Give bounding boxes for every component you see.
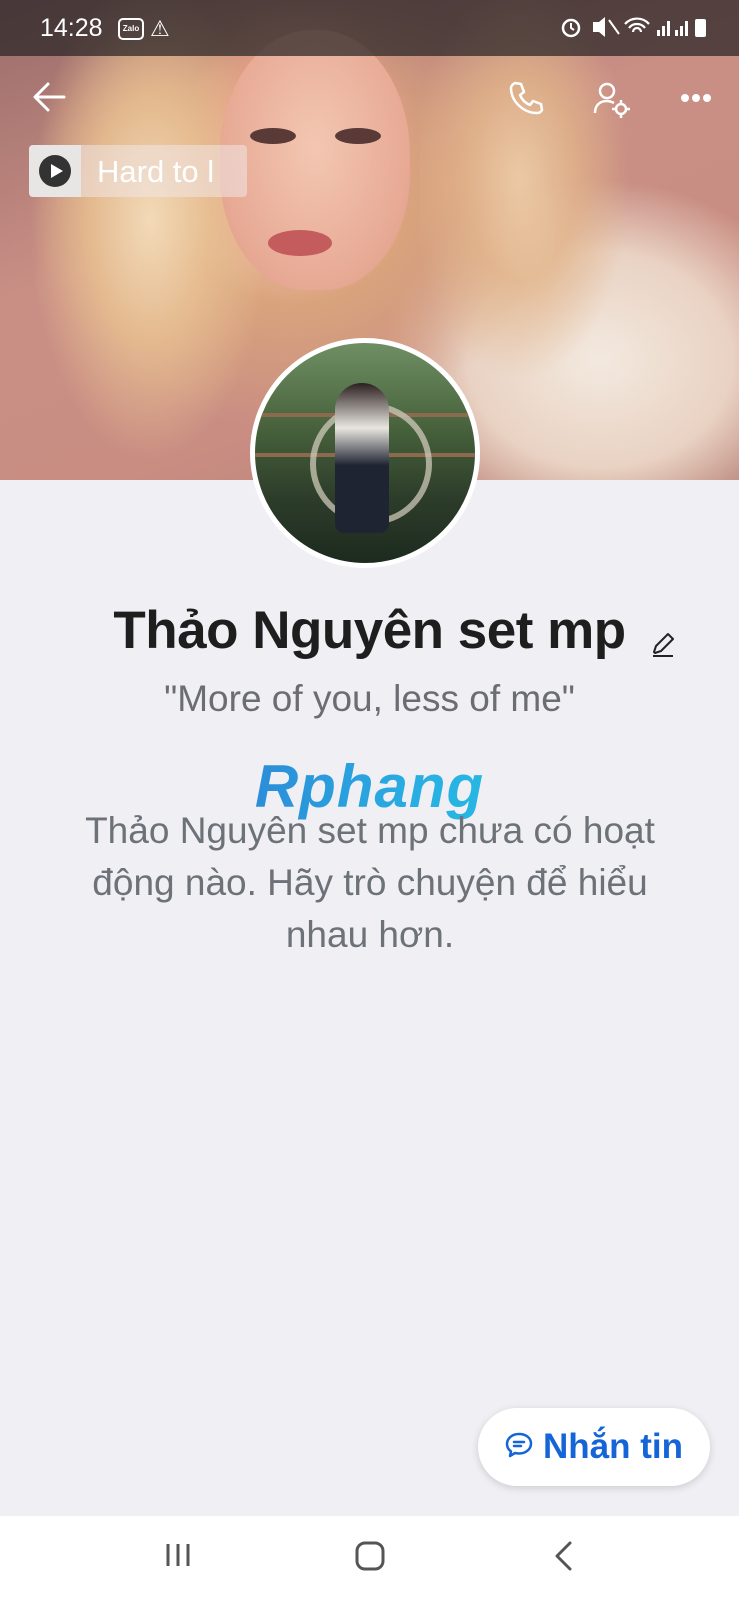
message-button[interactable]: Nhắn tin [478, 1408, 710, 1486]
phone-icon[interactable] [508, 80, 544, 121]
recents-icon[interactable] [163, 1540, 193, 1575]
music-title: Hard to l [97, 154, 215, 189]
cover-lips [268, 230, 332, 256]
system-nav-bar [0, 1516, 739, 1600]
play-icon[interactable] [39, 155, 71, 187]
avatar[interactable] [250, 338, 480, 568]
more-dots-icon[interactable] [680, 90, 712, 108]
chat-bubble-icon [505, 1431, 533, 1464]
user-settings-icon[interactable] [592, 80, 632, 125]
message-button-label: Nhắn tin [543, 1427, 683, 1466]
pencil-icon[interactable] [650, 632, 676, 663]
profile-status: "More of you, less of me" [164, 678, 575, 719]
status-bar: 14:28 Zalo ⚠ [0, 0, 739, 56]
warning-icon: ⚠ [150, 16, 170, 41]
profile-music-chip[interactable]: Hard to l [29, 145, 247, 197]
system-back-icon[interactable] [552, 1540, 574, 1577]
status-time: 14:28 [40, 14, 103, 42]
avatar-person [335, 383, 389, 533]
profile-name-row: Thảo Nguyên set mp [0, 600, 739, 661]
status-system-icons [561, 17, 706, 38]
cover-hair-right [420, 0, 660, 380]
profile-top-nav [0, 62, 739, 142]
zalo-notification-icon: Zalo [118, 18, 144, 40]
back-arrow-icon[interactable] [32, 80, 66, 119]
home-icon[interactable] [354, 1540, 386, 1577]
empty-activity-message: Thảo Nguyên set mp chưa có hoạt động nào… [85, 810, 655, 955]
profile-name: Thảo Nguyên set mp [113, 601, 626, 660]
status-right-icons [559, 14, 709, 46]
